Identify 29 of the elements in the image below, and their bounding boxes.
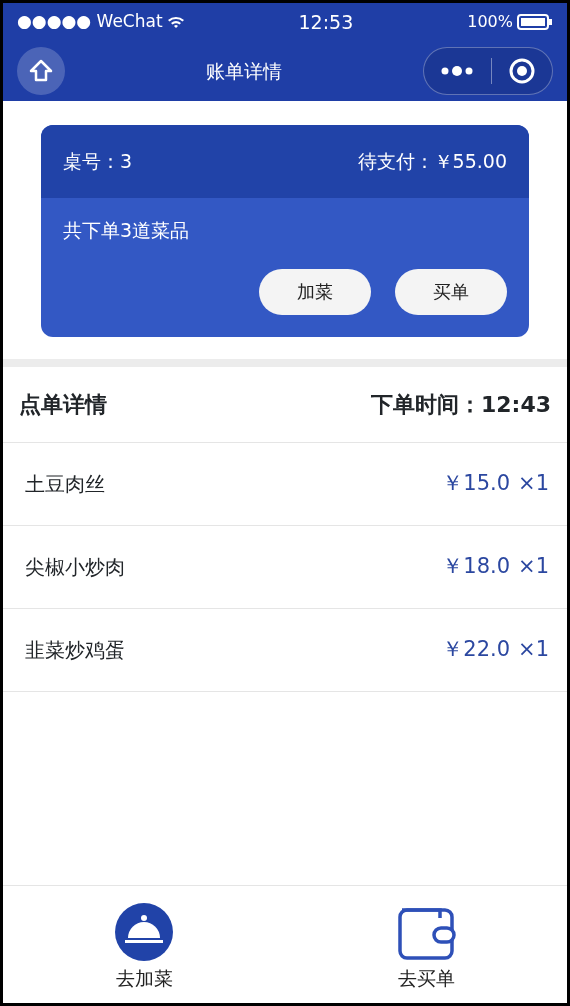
tab-item[interactable]: 去加菜 (108, 886, 180, 1003)
home-icon (28, 58, 54, 84)
close-icon (507, 57, 536, 85)
dish-quantity: ×1 (518, 635, 549, 663)
dish-price: ￥22.0 (442, 635, 511, 663)
action-button[interactable]: 加菜 (259, 268, 371, 315)
page-title: 账单详情 (206, 58, 282, 84)
action-button[interactable]: 买单 (395, 268, 507, 315)
more-icon (440, 65, 475, 77)
battery-text: 100% (467, 11, 513, 33)
dish-name: 韭菜炒鸡蛋 (25, 636, 125, 664)
time-text: 12:53 (298, 9, 354, 35)
food-cover-icon (114, 902, 174, 962)
carrier-text: ●●●●● WeChat (17, 10, 163, 34)
amount-due: 待支付：￥55.00 (357, 149, 507, 175)
home-button[interactable] (17, 47, 65, 95)
tab-item[interactable]: 去买单 (390, 886, 462, 1003)
section-title: 点单详情 (19, 390, 107, 419)
dish-name: 尖椒小炒肉 (25, 553, 125, 581)
battery-icon (517, 14, 553, 30)
dish-name: 土豆肉丝 (25, 470, 105, 498)
dish-price: ￥18.0 (442, 552, 511, 580)
table-number: 桌号：3 (63, 149, 133, 175)
order-summary: 共下单3道菜品 (63, 218, 191, 243)
order-time: 下单时间：12:43 (370, 390, 551, 419)
dish-quantity: ×1 (518, 552, 549, 580)
wifi-icon (166, 15, 185, 29)
dish-quantity: ×1 (518, 469, 549, 497)
dish-price: ￥15.0 (442, 469, 511, 497)
